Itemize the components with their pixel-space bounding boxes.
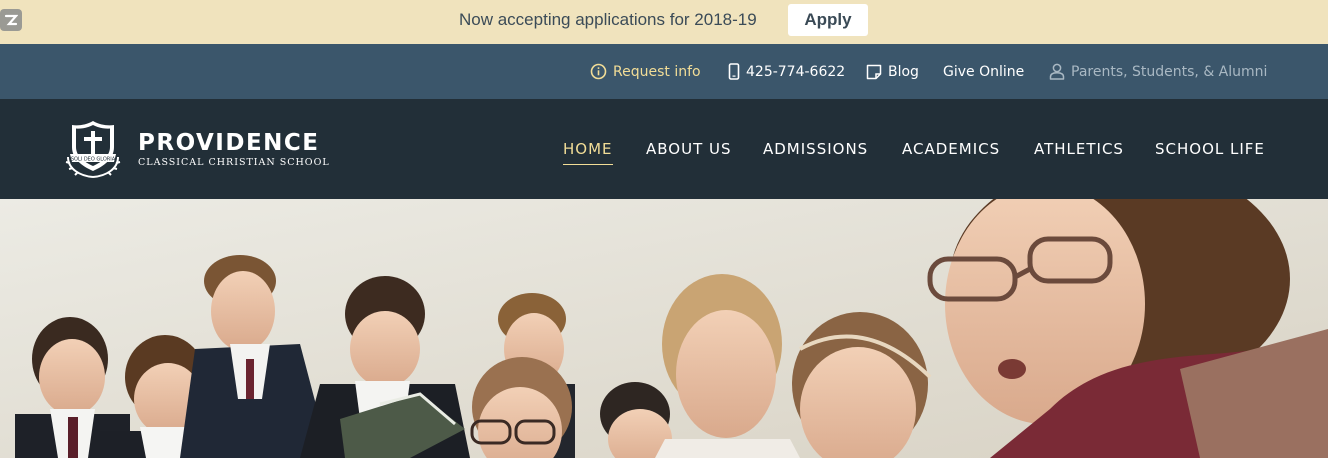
announcement-bar: Now accepting applications for 2018-19 A… — [0, 0, 1328, 44]
logo-text: PROVIDENCE CLASSICAL CHRISTIAN SCHOOL — [138, 130, 330, 169]
school-logo[interactable]: SOLI DEO GLORIA PROVIDENCE CLASSICAL CHR… — [62, 119, 330, 179]
crest-icon: SOLI DEO GLORIA — [65, 121, 121, 178]
main-navigation: SOLI DEO GLORIA PROVIDENCE CLASSICAL CHR… — [0, 99, 1328, 199]
apply-button[interactable]: Apply — [788, 4, 868, 36]
phone-number: 425-774-6622 — [746, 63, 846, 80]
hero-image — [0, 199, 1328, 458]
nav-about-us[interactable]: ABOUT US — [646, 140, 732, 158]
hero-photo — [0, 199, 1328, 458]
crest-motto: SOLI DEO GLORIA — [71, 157, 116, 163]
info-circle-icon — [590, 63, 607, 80]
extension-badge-icon[interactable] — [0, 9, 22, 31]
school-subtitle: CLASSICAL CHRISTIAN SCHOOL — [138, 156, 330, 168]
school-name: PROVIDENCE — [138, 129, 320, 156]
portal-label: Parents, Students, & Alumni — [1071, 63, 1268, 80]
nav-admissions[interactable]: ADMISSIONS — [763, 140, 868, 158]
request-info-label: Request info — [613, 63, 701, 80]
blog-label: Blog — [888, 63, 919, 80]
user-icon — [1049, 63, 1065, 80]
request-info-link[interactable]: Request info — [590, 44, 701, 99]
phone-icon — [728, 63, 740, 80]
nav-academics[interactable]: ACADEMICS — [902, 140, 1000, 158]
utility-bar: Request info 425-774-6622 Blog Give Onli… — [0, 44, 1328, 99]
give-online-label: Give Online — [943, 63, 1025, 80]
give-online-link[interactable]: Give Online — [943, 44, 1024, 99]
portal-link[interactable]: Parents, Students, & Alumni — [1049, 44, 1267, 99]
blog-link[interactable]: Blog — [866, 44, 919, 99]
nav-school-life[interactable]: SCHOOL LIFE — [1155, 140, 1265, 158]
phone-link[interactable]: 425-774-6622 — [728, 44, 845, 99]
nav-athletics[interactable]: ATHLETICS — [1034, 140, 1124, 158]
announcement-message: Now accepting applications for 2018-19 — [459, 10, 757, 29]
note-icon — [866, 64, 882, 79]
nav-home[interactable]: HOME — [563, 140, 613, 165]
